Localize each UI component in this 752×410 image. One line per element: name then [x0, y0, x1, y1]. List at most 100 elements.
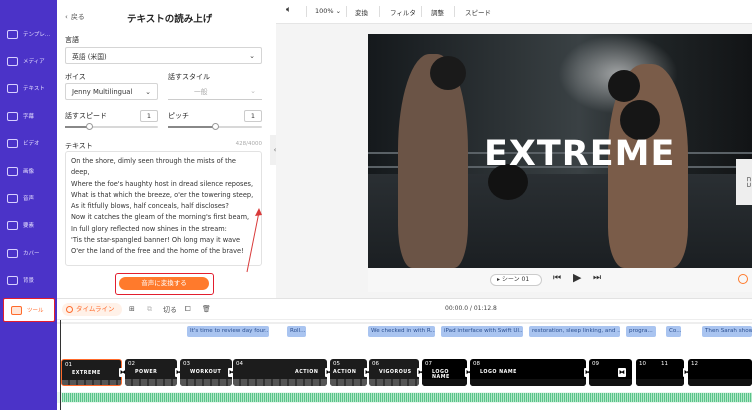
- subtitle-chip[interactable]: Roll...: [287, 326, 306, 337]
- speed-slider[interactable]: [65, 123, 158, 130]
- toolbar-divider: [421, 6, 422, 17]
- clip-thumbnails: [658, 379, 684, 386]
- scene-clip[interactable]: 03 WORKOUT: [180, 359, 232, 386]
- transition-icon[interactable]: ⧓: [618, 368, 626, 377]
- left-sidebar: テンプレ... メディア テキスト 字幕 ビデオ 画像 音声 要素 カバー 背景…: [0, 0, 57, 410]
- scene-clip[interactable]: 06 VIGOROUS: [369, 359, 419, 386]
- zoom-select[interactable]: 100% ⌄: [315, 7, 341, 15]
- scene-clip[interactable]: 04 ACTION: [233, 359, 327, 386]
- timeline-tracks: It's time to review day four... Roll... …: [57, 320, 752, 410]
- video-preview[interactable]: EXTREME ⊏⊐: [368, 34, 752, 268]
- split-icon[interactable]: ⧉: [147, 305, 152, 314]
- text-line: In full glory reflected now shines in th…: [71, 224, 227, 233]
- subtitle-chip[interactable]: It's time to review day four...: [187, 326, 269, 337]
- scene-clip[interactable]: 08 LOGO NAME: [470, 359, 586, 386]
- convert-button-highlight: 音声に変換する: [115, 273, 214, 295]
- video-track: 01 EXTREME ⧓ 02 POWER ⧓ 03 WORKOUT ⧓ 04 ACTI…: [57, 359, 752, 386]
- text-line: On the shore, dimly seen through the mis…: [71, 157, 236, 177]
- background-icon: [7, 275, 18, 285]
- scene-clip[interactable]: 12: [688, 359, 752, 386]
- sidebar-item-media[interactable]: メディア: [0, 49, 57, 73]
- sidebar-item-subtitles[interactable]: 字幕: [0, 104, 57, 128]
- subtitle-chip[interactable]: progra...: [626, 326, 656, 337]
- adjust-button[interactable]: 調整: [431, 7, 444, 17]
- sidebar-item-templates[interactable]: テンプレ...: [0, 22, 57, 46]
- music-icon: [7, 193, 18, 203]
- preview-stage: EXTREME ⊏⊐ ▸ シーン 01 ⏮︎ ▶︎ ⏭︎: [276, 24, 752, 298]
- speed-value-input[interactable]: 1: [140, 110, 158, 122]
- text-line: As it fitfully blows, half conceals, hal…: [71, 202, 229, 211]
- play-icon[interactable]: ▶︎: [573, 271, 581, 284]
- add-icon[interactable]: ⊞: [129, 305, 135, 313]
- timer-icon[interactable]: [738, 274, 748, 284]
- scene-clip[interactable]: 02 POWER: [125, 359, 177, 386]
- headgear-right: [608, 70, 640, 102]
- character-counter: 428/4000: [235, 141, 262, 147]
- text-line: Now it catches the gleam of the morning'…: [71, 213, 250, 222]
- image-icon: [7, 166, 18, 176]
- filter-button[interactable]: フィルタ: [390, 7, 416, 17]
- volume-icon[interactable]: 🔈︎: [286, 5, 291, 15]
- pitch-value-input[interactable]: 1: [244, 110, 262, 122]
- timeline-ruler: [57, 322, 752, 324]
- next-scene-icon[interactable]: ⏭︎: [593, 273, 601, 283]
- app-root: テンプレ... メディア テキスト 字幕 ビデオ 画像 音声 要素 カバー 背景…: [0, 0, 752, 410]
- transform-button[interactable]: 変換: [355, 7, 368, 17]
- video-headline: EXTREME: [484, 134, 676, 174]
- cut-button[interactable]: 切る: [163, 305, 177, 315]
- pitch-slider-knob[interactable]: [212, 123, 219, 130]
- shapes-icon: [7, 220, 18, 230]
- sidebar-item-cover[interactable]: カバー: [0, 241, 57, 265]
- scene-clip[interactable]: 07 LOGO NAME: [422, 359, 467, 386]
- chevron-down-icon: ⌄: [250, 87, 256, 95]
- previous-scene-icon[interactable]: ⏮︎: [553, 273, 561, 283]
- clip-thumbnails: [180, 379, 232, 386]
- pitch-label: ピッチ: [168, 112, 189, 120]
- sidebar-item-text[interactable]: テキスト: [0, 76, 57, 100]
- language-select[interactable]: 英語 (米国) ⌄: [65, 47, 262, 64]
- speed-button[interactable]: スピード: [465, 7, 491, 17]
- sidebar-item-elements[interactable]: 要素: [0, 213, 57, 237]
- subtitle-chip[interactable]: restoration, sleep linking, and ...: [529, 326, 620, 337]
- toolbox-icon: [11, 305, 22, 315]
- sidebar-item-tools[interactable]: ツール: [3, 298, 55, 322]
- convert-to-audio-button[interactable]: 音声に変換する: [119, 277, 209, 290]
- pitch-slider[interactable]: [168, 123, 262, 130]
- voice-label: ボイス: [65, 73, 86, 81]
- playhead[interactable]: [60, 320, 61, 410]
- voice-select[interactable]: Jenny Multilingual ⌄: [65, 83, 158, 100]
- scene-clip[interactable]: 11: [658, 359, 684, 386]
- timeline-tab[interactable]: タイムライン: [62, 303, 122, 316]
- subtitle-chip[interactable]: Then Sarah show...: [702, 326, 752, 337]
- subtitle-chip[interactable]: iPad interface with Swift UI...: [441, 326, 523, 337]
- timeline-toolbar: タイムライン ⊞ ⧉ 切る ⧠ 🗑︎ 00:00.0 / 01:12.8: [57, 298, 752, 320]
- speaking-style-select[interactable]: 一般 ⌄: [168, 83, 262, 100]
- subtitle-chip[interactable]: Co...: [666, 326, 681, 337]
- folder-icon: [7, 56, 18, 66]
- speaking-style-label: 話すスタイル: [168, 73, 210, 81]
- template-icon: [7, 29, 18, 39]
- sidebar-item-image[interactable]: 画像: [0, 159, 57, 183]
- subtitle-chip[interactable]: We checked in with R...: [368, 326, 435, 337]
- speed-slider-knob[interactable]: [86, 123, 94, 130]
- duplicate-icon[interactable]: ⧠: [185, 305, 191, 314]
- text-icon: [7, 83, 18, 93]
- speech-text-area[interactable]: On the shore, dimly seen through the mis…: [65, 151, 262, 266]
- scene-clip[interactable]: 05 ACTION: [330, 359, 367, 386]
- scene-selector[interactable]: ▸ シーン 01: [490, 274, 542, 286]
- audio-track[interactable]: [57, 392, 752, 403]
- text-label: テキスト: [65, 142, 93, 150]
- text-line: 'Tis the star-spangled banner! Oh long m…: [71, 236, 241, 245]
- headgear-left: [430, 56, 466, 90]
- sidebar-item-audio[interactable]: 音声: [0, 186, 57, 210]
- delete-icon[interactable]: 🗑︎: [202, 305, 211, 313]
- clip-thumbnails: [589, 379, 632, 386]
- language-label: 言語: [65, 36, 79, 44]
- scene-clip[interactable]: 01 EXTREME: [61, 359, 122, 386]
- clip-thumbnails: [125, 379, 177, 386]
- sidebar-item-background[interactable]: 背景: [0, 268, 57, 292]
- back-button[interactable]: ‹ 戻る: [65, 12, 85, 22]
- sidebar-item-video[interactable]: ビデオ: [0, 131, 57, 155]
- toolbar-divider: [306, 6, 307, 17]
- chevron-down-icon: ⌄: [335, 7, 342, 15]
